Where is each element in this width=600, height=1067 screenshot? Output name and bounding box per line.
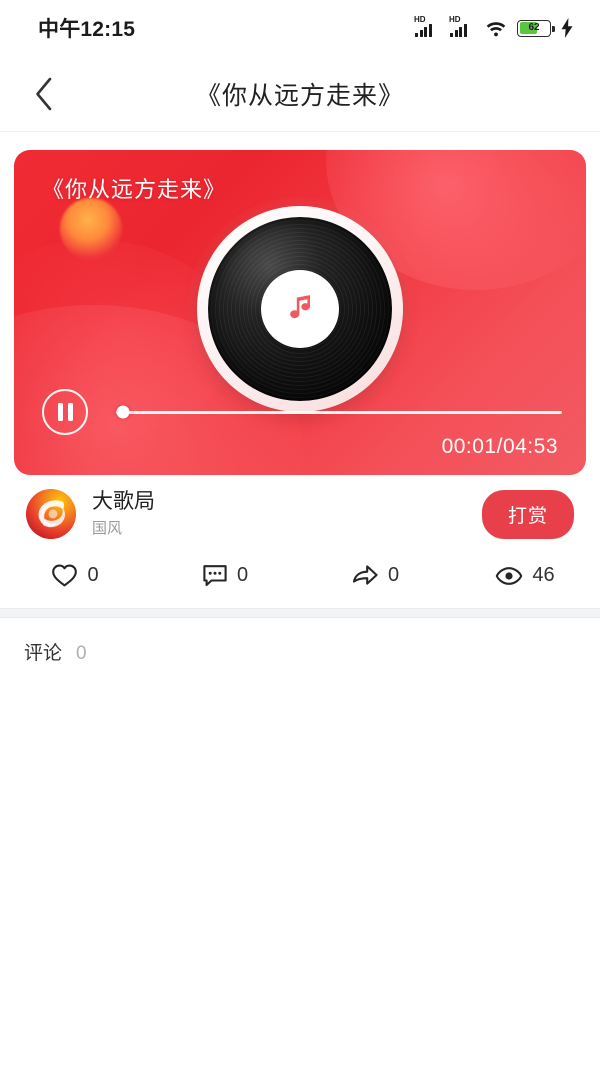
progress-slider[interactable] <box>116 405 562 419</box>
signal-hd-icon: HD <box>414 15 440 38</box>
status-time: 中午12:15 <box>38 18 136 41</box>
charging-bolt-icon <box>561 18 573 38</box>
pause-button[interactable] <box>42 389 88 435</box>
player-track-title: 《你从远方走来》 <box>42 177 227 202</box>
views-count: 46 <box>532 564 555 586</box>
comment-count: 0 <box>236 564 249 586</box>
stats-row: 0 0 0 46 <box>0 551 600 608</box>
like-count: 0 <box>87 564 99 586</box>
hd-label: HD <box>414 15 426 24</box>
battery-percent: 62 <box>528 22 540 33</box>
progress-knob[interactable] <box>116 405 130 419</box>
author-tag: 国风 <box>92 519 123 537</box>
author-meta: 大歌局 国风 <box>92 489 482 538</box>
eye-icon <box>496 566 523 585</box>
share-icon <box>352 565 378 585</box>
phoenix-logo-avatar[interactable] <box>26 489 76 539</box>
pause-bar-left <box>57 403 63 421</box>
signal-bars <box>415 24 432 37</box>
heart-icon <box>52 564 78 587</box>
author-name[interactable]: 大歌局 <box>92 489 482 515</box>
battery-icon: 62 <box>517 19 555 37</box>
pause-bar-right <box>67 403 73 421</box>
author-row: 大歌局 国风 打赏 <box>0 475 600 551</box>
comment-stat[interactable]: 0 <box>150 564 300 588</box>
vinyl-label-center <box>261 270 339 348</box>
back-button[interactable] <box>22 72 66 116</box>
orange-glow-circle <box>60 198 122 260</box>
comments-count: 0 <box>76 643 87 664</box>
status-bar: 中午12:15 HD HD 62 <box>0 0 600 56</box>
share-count: 0 <box>387 564 400 586</box>
signal-hd-icon-2: HD <box>449 15 475 38</box>
chevron-left-icon <box>36 77 52 110</box>
share-stat[interactable]: 0 <box>300 563 450 588</box>
section-divider <box>0 608 600 618</box>
wifi-icon <box>486 22 506 37</box>
progress-track <box>116 411 562 414</box>
comments-header: 评论 0 <box>0 618 600 665</box>
player-card-container: 《你从远方走来》 00:01/04:53 <box>0 132 600 475</box>
comment-icon <box>203 564 227 586</box>
page-title: 《你从远方走来》 <box>195 81 404 110</box>
signal-bars-2 <box>450 24 467 37</box>
audio-player-card: 《你从远方走来》 00:01/04:53 <box>14 150 586 475</box>
playback-time: 00:01/04:53 <box>441 435 558 458</box>
comments-title: 评论 <box>24 643 63 664</box>
views-stat[interactable]: 46 <box>450 564 600 587</box>
status-icon-group: HD HD 62 <box>414 15 574 38</box>
music-note-icon <box>290 295 310 319</box>
player-controls: 00:01/04:53 <box>14 379 586 475</box>
hd-label-2: HD <box>449 15 461 24</box>
like-stat[interactable]: 0 <box>0 563 150 588</box>
reward-button[interactable]: 打赏 <box>481 489 574 539</box>
nav-bar: 《你从远方走来》 <box>0 56 600 132</box>
